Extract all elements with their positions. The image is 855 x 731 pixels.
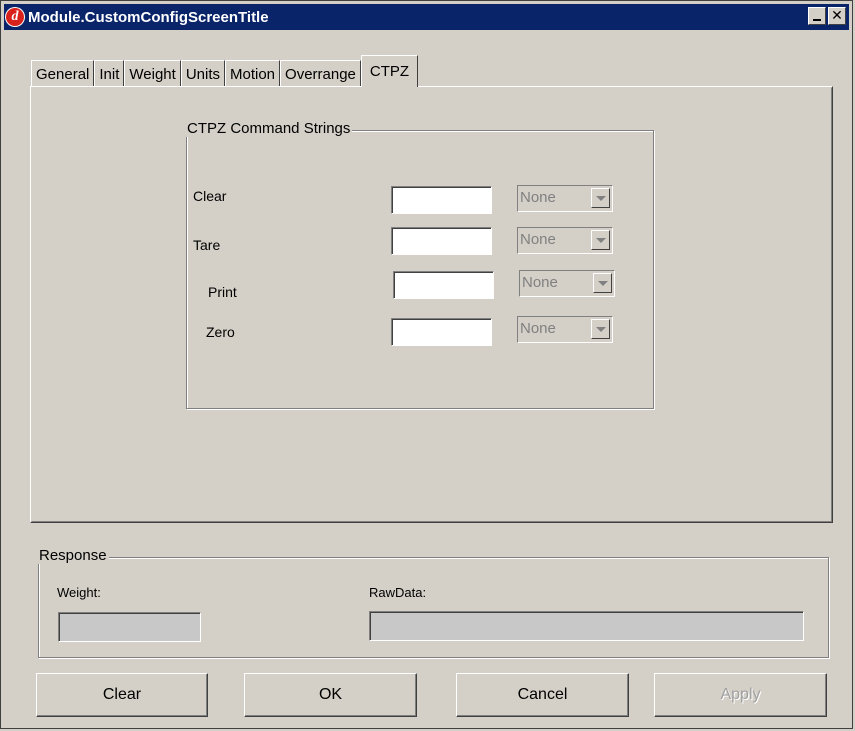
tare-command-input[interactable]: [391, 227, 492, 255]
tare-option-value: None: [520, 231, 556, 248]
clear-button[interactable]: Clear: [36, 673, 208, 717]
zero-label: Zero: [206, 324, 235, 340]
apply-button-label: Apply: [720, 686, 761, 703]
tab-init[interactable]: Init: [94, 60, 125, 87]
chevron-down-icon[interactable]: [591, 230, 610, 250]
minimize-icon: [813, 18, 821, 21]
print-option-value: None: [522, 274, 558, 291]
clear-option-value: None: [520, 189, 556, 206]
clear-option-select[interactable]: None: [517, 185, 613, 212]
tab-units[interactable]: Units: [180, 60, 225, 87]
config-window: d Module.CustomConfigScreenTitle ✕ Gener…: [0, 0, 853, 729]
chevron-down-icon[interactable]: [591, 188, 610, 208]
tab-motion[interactable]: Motion: [225, 60, 281, 87]
cancel-button[interactable]: Cancel: [456, 673, 629, 717]
tare-option-select[interactable]: None: [517, 227, 613, 254]
weight-readout: [58, 612, 201, 642]
zero-option-value: None: [520, 320, 556, 337]
close-icon: ✕: [831, 8, 843, 24]
response-group-legend: Response: [37, 547, 109, 564]
close-button[interactable]: ✕: [828, 7, 846, 25]
tab-ctpz[interactable]: CTPZ: [360, 55, 419, 87]
response-group: Response Weight: RawData:: [37, 547, 829, 658]
print-option-select[interactable]: None: [519, 270, 615, 297]
window-title: Module.CustomConfigScreenTitle: [28, 8, 269, 26]
clear-label: Clear: [193, 188, 227, 204]
title-bar[interactable]: d Module.CustomConfigScreenTitle ✕: [4, 4, 849, 30]
tab-general[interactable]: General: [31, 60, 95, 87]
tab-strip: General Init Weight Units Motion Overran…: [31, 55, 419, 87]
app-logo-icon: d: [5, 7, 25, 27]
minimize-button[interactable]: [808, 7, 826, 25]
chevron-down-icon[interactable]: [591, 319, 610, 339]
ok-button[interactable]: OK: [244, 673, 417, 717]
tare-label: Tare: [193, 237, 221, 253]
rawdata-label: RawData:: [369, 585, 427, 600]
tab-weight[interactable]: Weight: [124, 60, 181, 87]
ctpz-command-strings-group: CTPZ Command Strings Clear None Tare Non…: [185, 120, 654, 409]
ctpz-group-legend: CTPZ Command Strings: [185, 120, 353, 137]
chevron-down-icon[interactable]: [593, 273, 612, 293]
clear-command-input[interactable]: [391, 186, 492, 214]
zero-command-input[interactable]: [391, 318, 492, 346]
print-command-input[interactable]: [393, 271, 494, 299]
rawdata-readout: [369, 611, 804, 641]
tab-overrange[interactable]: Overrange: [280, 60, 361, 87]
clear-button-label: Clear: [102, 686, 142, 703]
ok-button-label: OK: [318, 686, 343, 703]
print-label: Print: [208, 284, 237, 300]
zero-option-select[interactable]: None: [517, 316, 613, 343]
apply-button[interactable]: Apply: [654, 673, 827, 717]
weight-label: Weight:: [57, 585, 101, 600]
cancel-button-label: Cancel: [517, 686, 568, 703]
